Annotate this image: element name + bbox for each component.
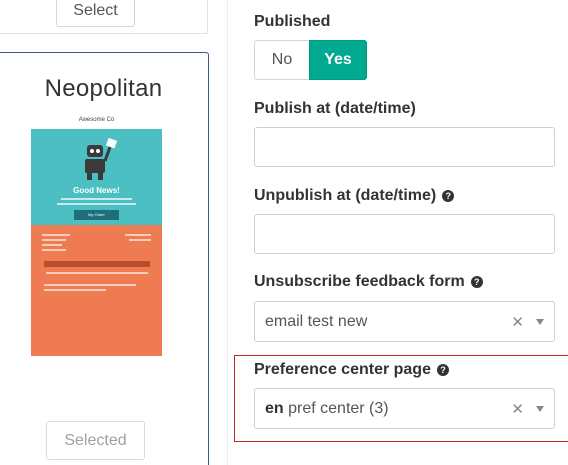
language-code: en [265, 399, 284, 417]
selected-theme-button[interactable]: Selected [46, 421, 145, 460]
preview-text-line [129, 239, 151, 241]
preview-text-line [44, 289, 106, 291]
robot-icon [85, 137, 117, 180]
unsubscribe-form-value: email test new [265, 312, 368, 330]
preview-text-line [57, 203, 136, 205]
preview-company: Awesome Co [31, 112, 162, 129]
theme-preview-thumbnail: Awesome Co Good News! My Order [31, 112, 162, 356]
preference-center-label-text: Preference center page [254, 361, 431, 378]
published-label-text: Published [254, 13, 331, 30]
unsubscribe-form-label-text: Unsubscribe feedback form [254, 273, 465, 290]
preview-text-line [44, 284, 136, 286]
theme-list-panel: Select Neopolitan Awesome Co Good News! … [0, 0, 228, 465]
publish-at-input[interactable] [254, 127, 555, 167]
preview-bar [44, 261, 150, 267]
preview-text-line [125, 234, 151, 236]
preview-hero: Good News! My Order [31, 129, 162, 225]
preference-center-value: en pref center (3) [265, 400, 511, 418]
help-icon[interactable]: ? [442, 190, 455, 202]
preference-center-label: Preference center page ? [254, 361, 449, 379]
unpublish-at-label-text: Unpublish at (date/time) [254, 187, 437, 204]
chevron-down-icon[interactable] [536, 405, 544, 412]
preview-text-line [61, 198, 132, 200]
published-no-button[interactable]: No [254, 40, 309, 80]
select-theme-button[interactable]: Select [56, 0, 135, 27]
preview-text-line [42, 249, 66, 251]
preference-center-select[interactable]: en pref center (3) ✕ [254, 388, 555, 429]
published-label: Published [254, 13, 330, 31]
unsubscribe-form-select[interactable]: email test new ✕ [254, 301, 555, 342]
preview-headline: Good News! [73, 186, 120, 195]
publish-at-label-text: Publish at (date/time) [254, 100, 416, 117]
preference-page-name: pref center (3) [288, 399, 389, 417]
preview-button: My Order [74, 210, 119, 220]
clear-icon[interactable]: ✕ [511, 400, 524, 418]
unpublish-at-input[interactable] [254, 214, 555, 254]
preview-text-line [42, 234, 70, 236]
preview-text-line [46, 272, 148, 274]
help-icon[interactable]: ? [436, 364, 449, 376]
unsubscribe-form-label: Unsubscribe feedback form ? [254, 273, 483, 291]
published-toggle[interactable]: No Yes [254, 40, 367, 80]
chevron-down-icon[interactable] [536, 318, 544, 325]
publish-at-label: Publish at (date/time) [254, 100, 416, 118]
help-icon[interactable]: ? [470, 276, 483, 288]
preview-text-line [42, 244, 62, 246]
theme-name: Neopolitan [44, 75, 163, 102]
preview-details [31, 225, 162, 356]
preview-text-line [42, 239, 66, 241]
published-yes-button[interactable]: Yes [309, 40, 367, 80]
unpublish-at-label: Unpublish at (date/time) ? [254, 187, 455, 205]
clear-icon[interactable]: ✕ [511, 313, 524, 331]
